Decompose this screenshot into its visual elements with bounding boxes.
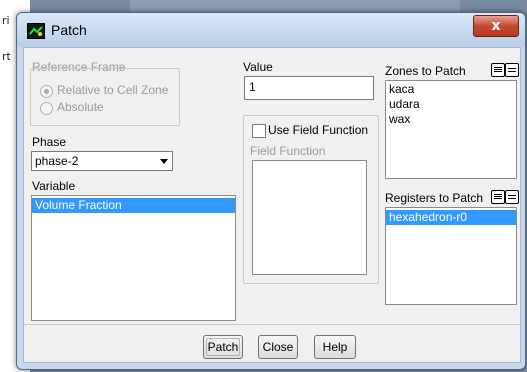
field-function-list[interactable]	[252, 160, 367, 275]
relative-to-cell-zone-label: Relative to Cell Zone	[57, 83, 169, 97]
absolute-radio[interactable]	[40, 102, 53, 115]
title-bar[interactable]: Patch x	[17, 13, 525, 47]
select-all-icon[interactable]	[491, 190, 505, 204]
dialog-body: Reference Frame Relative to Cell Zone Ab…	[23, 47, 521, 363]
deselect-all-icon[interactable]	[505, 63, 519, 77]
absolute-label: Absolute	[57, 100, 104, 114]
deselect-all-icon[interactable]	[505, 190, 519, 204]
list-item-register[interactable]: hexahedron-r0	[386, 210, 516, 225]
background-text-fragment: rt	[2, 50, 11, 63]
variable-list[interactable]: Volume Fraction	[31, 195, 236, 321]
dialog-title: Patch	[51, 22, 87, 38]
field-function-label: Field Function	[250, 144, 326, 158]
variable-label: Variable	[32, 179, 76, 193]
button-row-divider	[24, 324, 520, 325]
value-label: Value	[243, 60, 273, 74]
help-button[interactable]: Help	[314, 335, 356, 359]
value-text: 1	[249, 80, 256, 94]
close-icon: x	[491, 18, 501, 34]
help-button-label: Help	[322, 340, 348, 354]
list-item-zone[interactable]: udara	[386, 97, 516, 112]
list-item-volume-fraction[interactable]: Volume Fraction	[32, 198, 235, 213]
registers-to-patch-label: Registers to Patch	[385, 191, 484, 205]
registers-to-patch-list[interactable]: hexahedron-r0	[385, 207, 517, 305]
chevron-down-icon	[160, 159, 168, 164]
patch-button-label: Patch	[207, 340, 239, 354]
reference-frame-group	[30, 68, 180, 126]
list-item-zone[interactable]: kaca	[386, 82, 516, 97]
relative-to-cell-zone-radio[interactable]	[40, 85, 53, 98]
background-text-fragment: ri	[2, 14, 10, 27]
phase-label: Phase	[32, 135, 67, 149]
use-field-function-checkbox[interactable]	[252, 124, 266, 138]
patch-button[interactable]: Patch	[203, 335, 243, 359]
zones-to-patch-list[interactable]: kaca udara wax	[385, 80, 517, 179]
close-window-button[interactable]: x	[473, 15, 519, 37]
phase-value: phase-2	[35, 154, 79, 168]
list-item-zone[interactable]: wax	[386, 112, 516, 127]
value-input[interactable]: 1	[244, 76, 374, 100]
patch-dialog: Patch x Reference Frame Relative to Cell…	[16, 12, 526, 370]
phase-dropdown[interactable]: phase-2	[31, 151, 173, 171]
use-field-function-label: Use Field Function	[268, 123, 369, 137]
zones-to-patch-label: Zones to Patch	[385, 64, 466, 78]
select-all-icon[interactable]	[491, 63, 505, 77]
close-button[interactable]: Close	[258, 335, 298, 359]
close-button-label: Close	[262, 340, 294, 354]
fluent-app-icon	[27, 23, 45, 39]
